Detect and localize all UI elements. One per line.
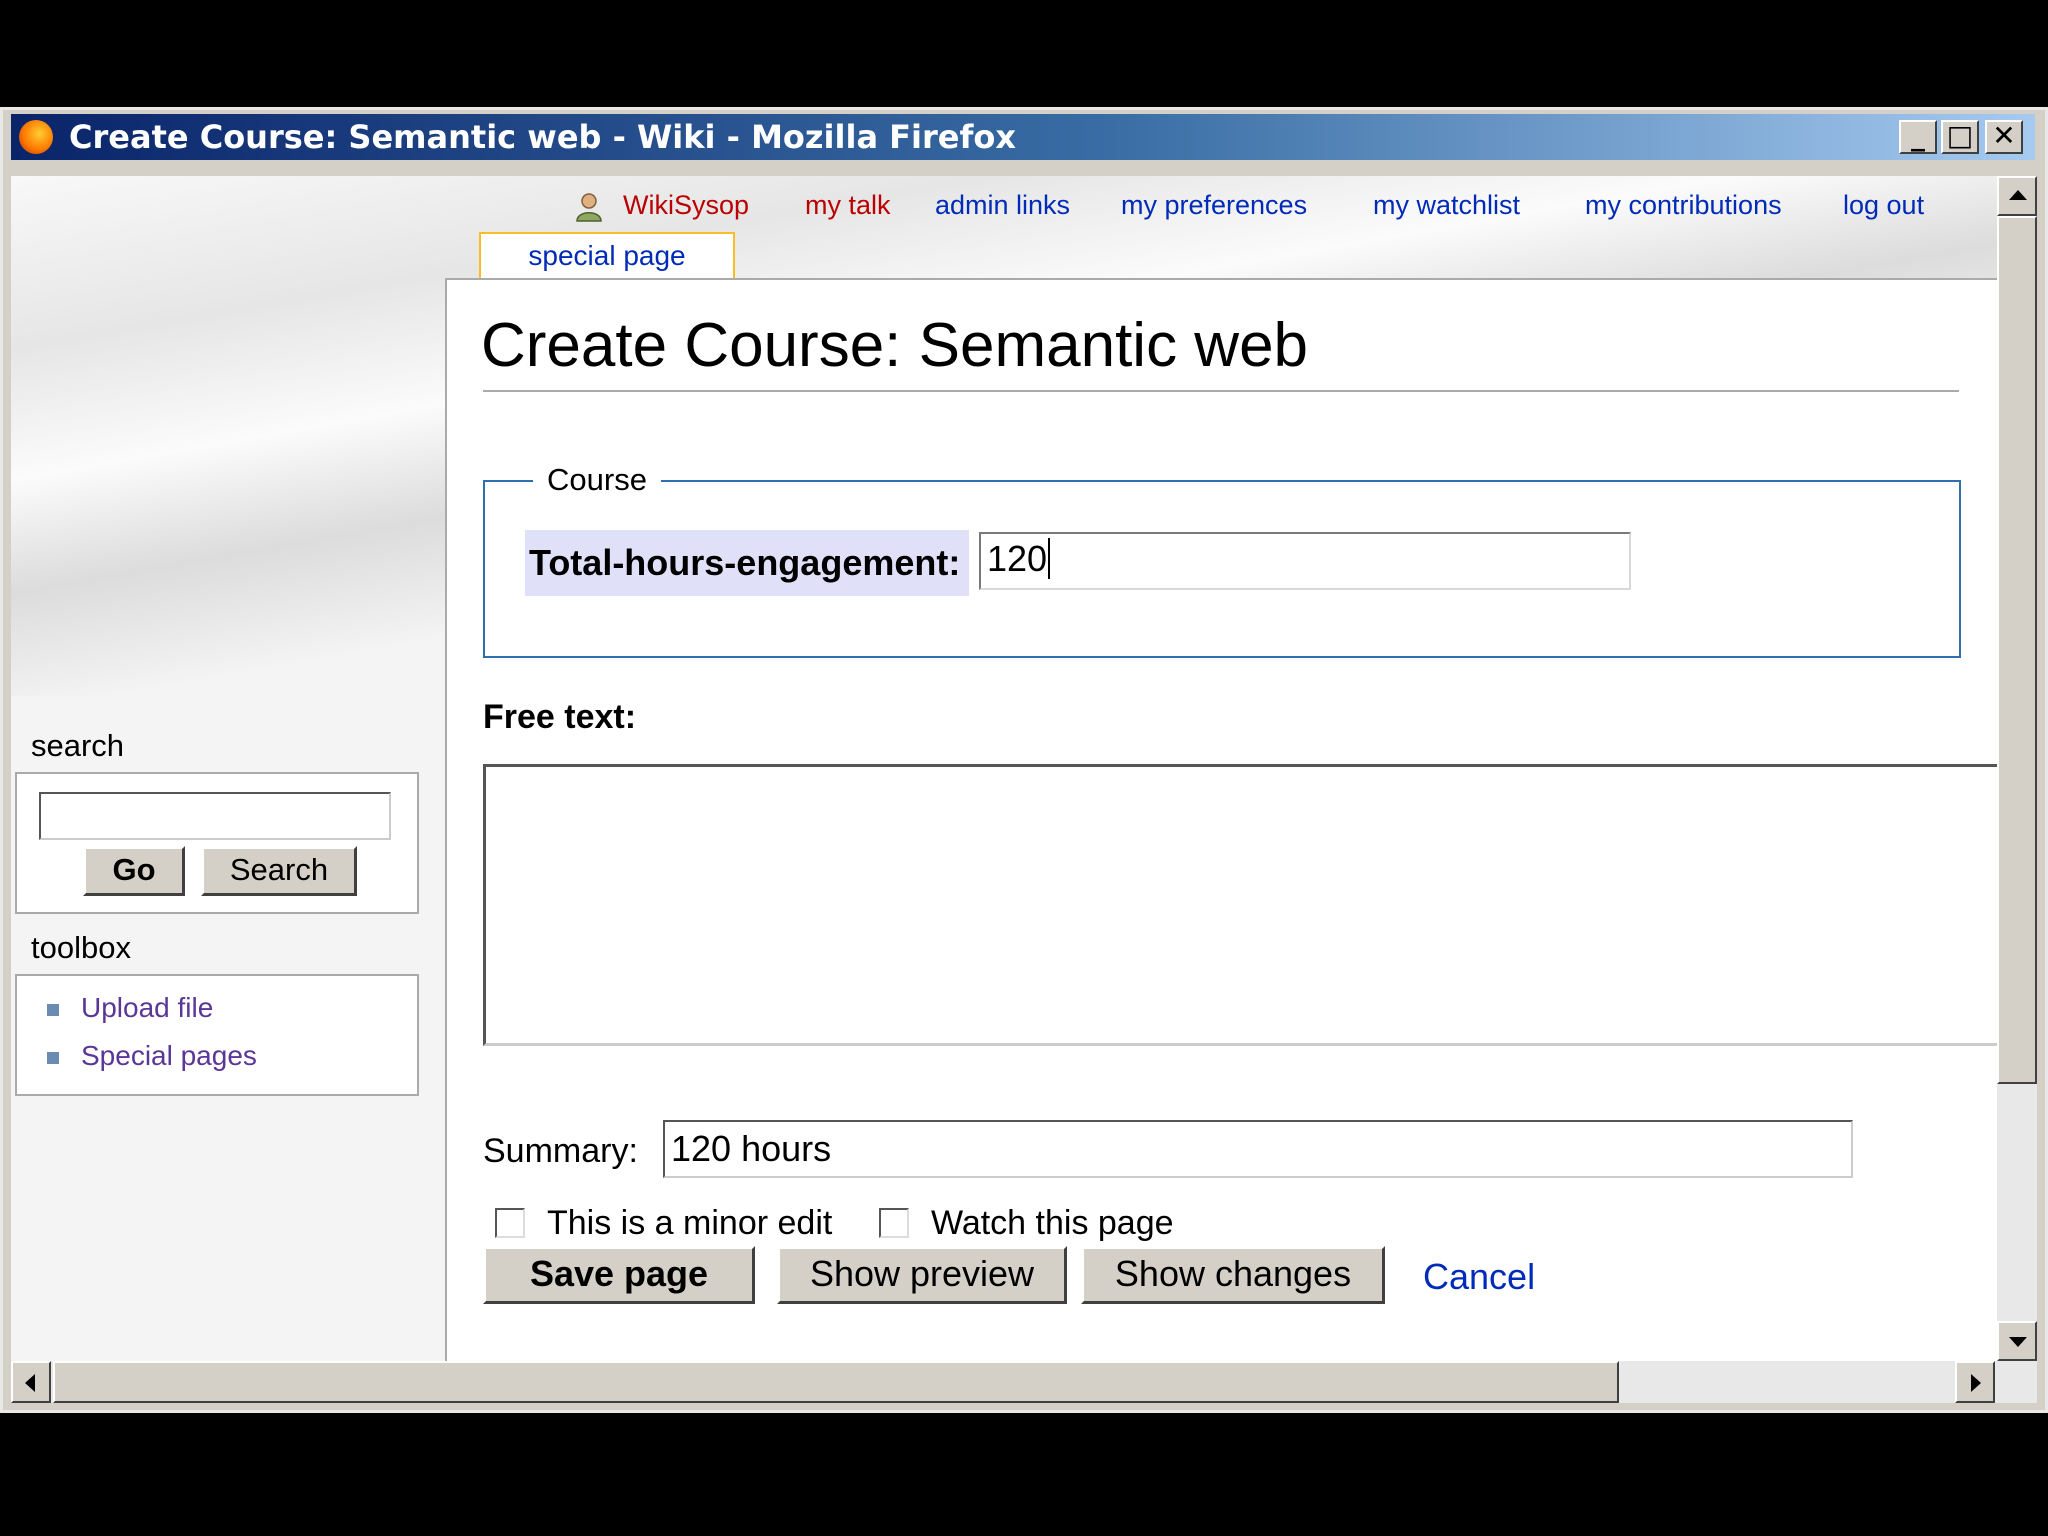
toolbox-box: Upload file Special pages (15, 974, 419, 1096)
browser-window: Create Course: Semantic web - Wiki - Moz… (0, 107, 2048, 1413)
title-bar: Create Course: Semantic web - Wiki - Moz… (11, 114, 2035, 160)
vertical-scrollbar[interactable] (1997, 176, 2037, 1361)
content-area: Create Course: Semantic web Course Total… (445, 278, 1997, 1361)
window-title: Create Course: Semantic web - Wiki - Moz… (69, 118, 1017, 156)
course-fieldset: Course Total-hours-engagement: 120 (483, 462, 1961, 658)
tab-special-page[interactable]: special page (479, 232, 735, 280)
minor-edit-checkbox[interactable] (495, 1208, 525, 1238)
page-title: Create Course: Semantic web (481, 311, 1309, 380)
horizontal-scrollbar[interactable] (11, 1361, 2037, 1403)
my-contributions-link[interactable]: my contributions (1585, 190, 1782, 221)
scroll-right-button[interactable] (1955, 1361, 1995, 1403)
text-cursor (1048, 538, 1051, 579)
search-button[interactable]: Search (201, 846, 357, 896)
watch-page-checkbox[interactable] (879, 1208, 909, 1238)
minor-edit-label: This is a minor edit (547, 1204, 833, 1242)
total-hours-value: 120 (987, 538, 1048, 579)
total-hours-input[interactable]: 120 (979, 532, 1631, 590)
show-preview-button[interactable]: Show preview (777, 1246, 1067, 1304)
bullet-icon (47, 1004, 59, 1016)
up-arrow-icon (2009, 190, 2027, 200)
fieldset-legend: Course (533, 462, 661, 498)
down-arrow-icon (2009, 1337, 2027, 1347)
watch-page-label: Watch this page (931, 1204, 1174, 1242)
toolbox-heading: toolbox (31, 930, 131, 965)
summary-input[interactable]: 120 hours (663, 1120, 1853, 1178)
go-button[interactable]: Go (83, 846, 185, 896)
vertical-scroll-thumb[interactable] (1997, 216, 2037, 1084)
show-changes-button[interactable]: Show changes (1081, 1246, 1385, 1304)
admin-links-link[interactable]: admin links (935, 190, 1070, 221)
scroll-down-button[interactable] (1997, 1321, 2037, 1361)
bullet-icon (47, 1052, 59, 1064)
special-pages-link[interactable]: Special pages (81, 1040, 257, 1072)
scroll-up-button[interactable] (1997, 176, 2037, 216)
close-button[interactable]: ✕ (1985, 120, 2023, 154)
free-text-textarea[interactable] (483, 764, 1997, 1046)
search-heading: search (31, 728, 125, 763)
free-text-label: Free text: (483, 698, 637, 736)
page-viewport: WikiSysop my talk admin links my prefere… (11, 176, 1997, 1361)
summary-label: Summary: (483, 1132, 638, 1170)
log-out-link[interactable]: log out (1843, 190, 1924, 221)
horizontal-scroll-thumb[interactable] (53, 1361, 1619, 1403)
search-box: Go Search (15, 772, 419, 914)
my-talk-link[interactable]: my talk (805, 190, 891, 221)
search-input[interactable] (39, 792, 391, 840)
maximize-button[interactable]: □ (1941, 120, 1979, 154)
user-link[interactable]: WikiSysop (623, 190, 749, 221)
scroll-left-button[interactable] (11, 1361, 51, 1403)
upload-file-link[interactable]: Upload file (81, 992, 213, 1024)
left-arrow-icon (25, 1374, 35, 1392)
cancel-link[interactable]: Cancel (1423, 1256, 1535, 1298)
total-hours-label: Total-hours-engagement: (525, 530, 969, 596)
firefox-icon (19, 120, 53, 154)
right-arrow-icon (1971, 1374, 1981, 1392)
title-divider (483, 390, 1959, 392)
minimize-button[interactable]: _ (1899, 120, 1937, 154)
save-page-button[interactable]: Save page (483, 1246, 755, 1304)
my-watchlist-link[interactable]: my watchlist (1373, 190, 1520, 221)
user-icon (576, 193, 602, 222)
my-preferences-link[interactable]: my preferences (1121, 190, 1307, 221)
